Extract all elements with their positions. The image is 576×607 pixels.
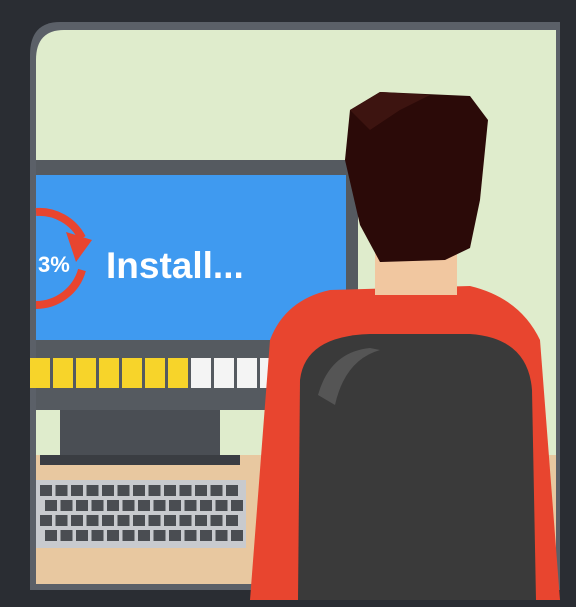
keyboard-key xyxy=(117,485,130,496)
progress-bar xyxy=(30,358,280,388)
keyboard-key xyxy=(55,515,68,526)
install-illustration: 3% Install... xyxy=(0,0,576,607)
keyboard-key xyxy=(226,515,238,526)
keyboard-key xyxy=(107,530,119,541)
keyboard-key xyxy=(153,500,166,511)
install-percent: 3% xyxy=(38,252,70,277)
keyboard-key xyxy=(91,530,104,541)
keyboard-key xyxy=(179,485,192,496)
keyboard-key xyxy=(215,500,228,511)
progress-segment-filled xyxy=(30,358,50,388)
progress-segment-empty xyxy=(237,358,257,388)
progress-segment-filled xyxy=(76,358,96,388)
keyboard-key xyxy=(76,500,88,511)
install-status-label: Install... xyxy=(106,245,244,286)
keyboard-key xyxy=(60,500,73,511)
progress-segment-filled xyxy=(53,358,73,388)
keyboard-key xyxy=(138,530,150,541)
keyboard-key xyxy=(60,530,73,541)
keyboard-key xyxy=(55,485,68,496)
keyboard-key xyxy=(91,500,104,511)
keyboard-key xyxy=(200,500,212,511)
keyboard-key xyxy=(45,530,57,541)
keyboard-key xyxy=(107,500,119,511)
keyboard-key xyxy=(226,485,238,496)
keyboard-key xyxy=(71,515,83,526)
monitor-base xyxy=(40,455,240,465)
keyboard-key xyxy=(231,500,243,511)
keyboard-key xyxy=(40,485,52,496)
progress-segment-filled xyxy=(122,358,142,388)
keyboard-key xyxy=(117,515,130,526)
keyboard-key xyxy=(102,485,114,496)
progress-segment-empty xyxy=(191,358,211,388)
progress-segment-empty xyxy=(214,358,234,388)
keyboard-key xyxy=(164,485,176,496)
keyboard-key xyxy=(40,515,52,526)
keyboard-key xyxy=(133,485,145,496)
keyboard-key xyxy=(184,530,197,541)
keyboard-key xyxy=(71,485,83,496)
keyboard-key xyxy=(210,485,223,496)
progress-segment-filled xyxy=(99,358,119,388)
keyboard-key xyxy=(86,485,99,496)
keyboard-key xyxy=(210,515,223,526)
keyboard-key xyxy=(122,500,135,511)
keyboard-key xyxy=(148,515,161,526)
keyboard-key xyxy=(76,530,88,541)
keyboard-key xyxy=(148,485,161,496)
keyboard-key xyxy=(184,500,197,511)
keyboard-key xyxy=(195,485,207,496)
keyboard-key xyxy=(122,530,135,541)
keyboard-key xyxy=(200,530,212,541)
keyboard-key xyxy=(231,530,243,541)
keyboard-key xyxy=(153,530,166,541)
keyboard-key xyxy=(195,515,207,526)
keyboard-key xyxy=(169,530,181,541)
keyboard-key xyxy=(215,530,228,541)
keyboard-key xyxy=(164,515,176,526)
keyboard-key xyxy=(45,500,57,511)
progress-segment-filled xyxy=(145,358,165,388)
keyboard-key xyxy=(86,515,99,526)
office-chair xyxy=(298,334,536,600)
keyboard-key xyxy=(179,515,192,526)
keyboard-key xyxy=(102,515,114,526)
keyboard xyxy=(36,480,246,548)
keyboard-key xyxy=(133,515,145,526)
progress-segment-filled xyxy=(168,358,188,388)
monitor-stand xyxy=(60,410,220,458)
keyboard-key xyxy=(169,500,181,511)
keyboard-key xyxy=(138,500,150,511)
